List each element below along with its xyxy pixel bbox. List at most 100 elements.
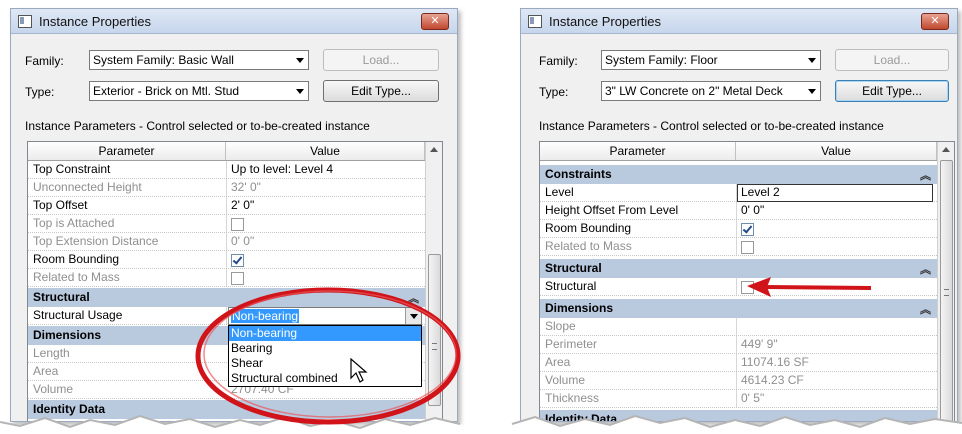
table-row[interactable]: Level Level 2 xyxy=(540,184,937,202)
right-instance-params-caption: Instance Parameters - Control selected o… xyxy=(539,119,884,133)
right-instance-properties-window: Instance Properties ✕ Family: System Fam… xyxy=(520,8,958,422)
left-type-select[interactable]: Exterior - Brick on Mtl. Stud xyxy=(89,81,309,101)
column-divider xyxy=(226,179,227,196)
left-col-parameter[interactable]: Parameter xyxy=(28,142,226,160)
row-value: 449' 9" xyxy=(741,337,778,351)
row-name: Top Offset xyxy=(33,198,88,212)
room-bounding-checkbox[interactable] xyxy=(231,254,244,267)
right-family-select[interactable]: System Family: Floor xyxy=(601,50,821,70)
chevron-down-icon xyxy=(296,58,304,63)
table-row[interactable]: Structural xyxy=(540,278,937,296)
table-row[interactable]: Top Constraint Up to level: Level 4 xyxy=(28,161,425,179)
table-row: Related to Mass xyxy=(540,238,937,256)
right-section-constraints[interactable]: Constraints ︽ xyxy=(540,165,937,184)
mouse-cursor-icon xyxy=(350,358,368,383)
section-label: Structural xyxy=(33,290,90,304)
column-divider xyxy=(736,318,737,335)
collapse-icon[interactable]: ︽ xyxy=(920,167,931,183)
right-type-label: Type: xyxy=(539,85,569,99)
right-family-label: Family: xyxy=(539,54,578,68)
window-icon xyxy=(528,14,542,28)
column-divider xyxy=(736,202,737,219)
left-family-label: Family: xyxy=(25,54,64,68)
row-value: 2' 0" xyxy=(231,198,255,212)
top-is-attached-checkbox xyxy=(231,218,244,231)
row-value: 0' 0" xyxy=(741,203,765,217)
section-label: Constraints xyxy=(545,167,612,181)
table-row: Perimeter 449' 9" xyxy=(540,336,937,354)
row-name: Room Bounding xyxy=(33,252,120,266)
level-value: Level 2 xyxy=(741,185,780,199)
table-row: Area 11074.16 SF xyxy=(540,354,937,372)
right-section-structural[interactable]: Structural ︽ xyxy=(540,259,937,278)
left-family-value: System Family: Basic Wall xyxy=(93,53,234,67)
right-close-button[interactable]: ✕ xyxy=(921,13,949,30)
red-arrow-annotation xyxy=(747,277,872,297)
column-divider xyxy=(736,238,737,255)
table-row[interactable]: Room Bounding xyxy=(28,251,425,269)
left-edit-type-button[interactable]: Edit Type... xyxy=(323,80,439,102)
room-bounding-checkbox[interactable] xyxy=(741,223,754,236)
collapse-icon[interactable]: ︽ xyxy=(920,261,931,277)
row-name: Height Offset From Level xyxy=(545,203,679,217)
right-type-value: 3" LW Concrete on 2" Metal Deck xyxy=(605,84,783,98)
table-row: Top Extension Distance 0' 0" xyxy=(28,233,425,251)
row-name: Volume xyxy=(33,382,74,396)
table-row: Volume 4614.23 CF xyxy=(540,372,937,390)
column-divider xyxy=(226,197,227,214)
column-divider xyxy=(736,372,737,389)
row-name: Area xyxy=(545,355,571,369)
scroll-up-icon[interactable] xyxy=(430,147,438,152)
column-divider xyxy=(226,161,227,178)
row-name: Structural Usage xyxy=(33,308,123,322)
left-close-button[interactable]: ✕ xyxy=(421,13,449,30)
right-section-dimensions[interactable]: Dimensions ︽ xyxy=(540,299,937,318)
left-col-value[interactable]: Value xyxy=(226,142,425,160)
row-name: Top Constraint xyxy=(33,162,111,176)
row-name: Perimeter xyxy=(545,337,598,351)
table-row[interactable]: Top Offset 2' 0" xyxy=(28,197,425,215)
row-name: Related to Mass xyxy=(545,239,632,253)
left-grid-header: Parameter Value xyxy=(28,142,425,161)
table-row[interactable]: Height Offset From Level 0' 0" xyxy=(540,202,937,220)
column-divider xyxy=(736,220,737,237)
right-grid-header: Parameter Value xyxy=(540,142,937,161)
row-value: 32' 0" xyxy=(231,180,261,194)
row-name: Level xyxy=(545,185,574,199)
table-row[interactable]: Room Bounding xyxy=(540,220,937,238)
scroll-up-icon[interactable] xyxy=(942,147,950,152)
column-divider xyxy=(226,233,227,250)
row-value: 4614.23 CF xyxy=(741,373,804,387)
right-edit-type-button[interactable]: Edit Type... xyxy=(835,80,949,102)
row-name: Area xyxy=(33,364,59,378)
right-type-select[interactable]: 3" LW Concrete on 2" Metal Deck xyxy=(601,81,821,101)
right-col-value[interactable]: Value xyxy=(736,142,937,160)
section-label: Dimensions xyxy=(33,328,102,342)
scrollbar-thumb[interactable] xyxy=(940,160,953,421)
left-load-button[interactable]: Load... xyxy=(323,49,439,71)
row-value: 11074.16 SF xyxy=(741,355,809,369)
left-instance-params-caption: Instance Parameters - Control selected o… xyxy=(25,119,370,133)
column-divider xyxy=(736,354,737,371)
row-name: Top Extension Distance xyxy=(33,234,159,248)
level-field[interactable]: Level 2 xyxy=(737,184,933,202)
right-col-parameter[interactable]: Parameter xyxy=(540,142,736,160)
row-name: Structural xyxy=(545,279,597,293)
left-title-bar: Instance Properties ✕ xyxy=(11,9,457,34)
right-load-button[interactable]: Load... xyxy=(835,49,949,71)
left-type-label: Type: xyxy=(25,85,55,99)
table-row: Unconnected Height 32' 0" xyxy=(28,179,425,197)
row-name: Related to Mass xyxy=(33,270,120,284)
torn-edge-decoration xyxy=(0,414,962,434)
left-family-select[interactable]: System Family: Basic Wall xyxy=(89,50,309,70)
collapse-icon[interactable]: ︽ xyxy=(920,301,931,317)
row-value: 0' 0" xyxy=(231,234,255,248)
right-grid-scrollbar[interactable] xyxy=(937,142,954,421)
right-window-title: Instance Properties xyxy=(549,13,662,29)
row-name: Top is Attached xyxy=(33,216,115,230)
column-divider xyxy=(226,215,227,232)
row-name: Unconnected Height xyxy=(33,180,142,194)
column-divider xyxy=(736,336,737,353)
related-to-mass-checkbox xyxy=(741,241,754,254)
row-name: Volume xyxy=(545,373,586,387)
